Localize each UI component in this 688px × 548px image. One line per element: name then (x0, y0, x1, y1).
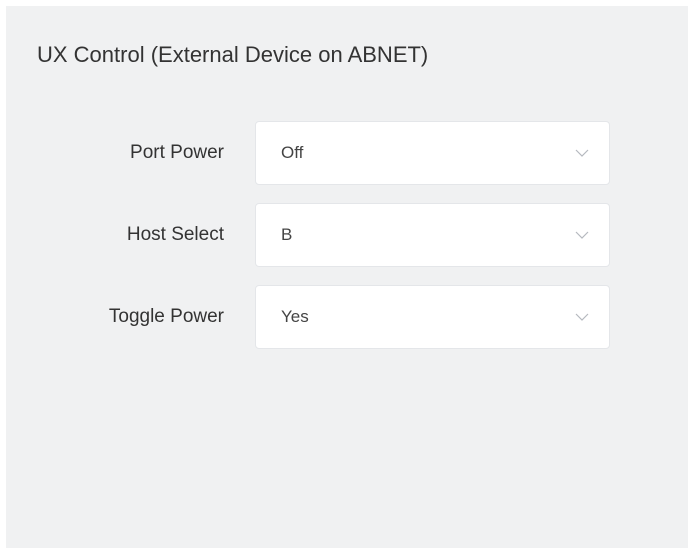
chevron-down-icon (575, 231, 589, 239)
host-select-value: B (281, 225, 293, 244)
host-select-label: Host Select (126, 224, 224, 245)
port-power-row: Port Power Off (6, 121, 688, 185)
port-power-select[interactable]: Off (255, 121, 610, 185)
port-power-label: Port Power (130, 142, 224, 163)
host-select-row: Host Select B (6, 203, 688, 267)
chevron-down-icon (575, 149, 589, 157)
port-power-value: Off (281, 143, 304, 162)
ux-control-panel: UX Control (External Device on ABNET) Po… (6, 6, 688, 548)
toggle-power-label: Toggle Power (108, 306, 224, 327)
chevron-down-icon (575, 313, 589, 321)
host-select-select[interactable]: B (255, 203, 610, 267)
toggle-power-value: Yes (281, 307, 309, 326)
toggle-power-select[interactable]: Yes (255, 285, 610, 349)
panel-title: UX Control (External Device on ABNET) (37, 42, 429, 67)
toggle-power-row: Toggle Power Yes (6, 285, 688, 349)
